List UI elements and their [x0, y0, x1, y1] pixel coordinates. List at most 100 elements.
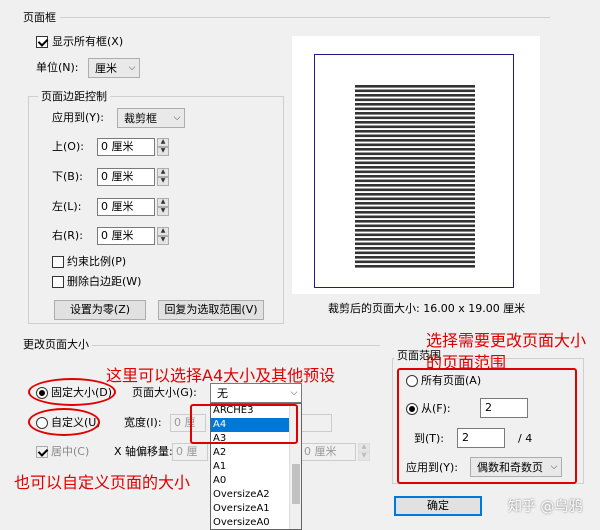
preview-text-line — [355, 107, 475, 111]
x-offset-stepper[interactable]: 0 厘 — [172, 443, 208, 461]
preview-text-line — [355, 224, 475, 228]
arrow-up-icon[interactable]: ▲ — [157, 168, 169, 177]
preview-text-line — [355, 247, 475, 250]
dropdown-scrollbar-thumb[interactable] — [292, 464, 300, 504]
x-offset-label: X 轴偏移量: — [114, 445, 173, 458]
arrow-up-icon[interactable]: ▲ — [157, 138, 169, 147]
preview-text-line — [355, 206, 475, 210]
change-size-top-line — [90, 345, 380, 346]
height-stepper[interactable] — [300, 414, 332, 432]
unit-label: 单位(N): — [36, 61, 79, 74]
preview-text-line — [355, 139, 475, 142]
x-offset-input[interactable]: 0 厘 — [172, 443, 208, 461]
custom-annotation: 也可以自定义页面的大小 — [14, 473, 191, 492]
margin-left-label: 左(L): — [52, 200, 82, 213]
preset-annotation: 这里可以选择A4大小及其他预设 — [106, 366, 336, 385]
watermark: 知乎 @乌鸦 — [508, 499, 583, 515]
preview-text-line — [355, 152, 475, 156]
margin-apply-to-value: 裁剪框 — [124, 112, 157, 125]
page-size-option[interactable]: OversizeA0 — [211, 516, 301, 529]
chevron-down-icon: ⌵ — [173, 113, 181, 123]
preview-text-line — [355, 211, 475, 214]
preview-text-line — [355, 116, 475, 120]
page-size-option[interactable]: A1 — [211, 460, 301, 474]
preview-text-line — [355, 166, 475, 169]
preview-text-line — [355, 175, 475, 178]
center-label: 居中(C) — [51, 445, 90, 458]
margin-bottom-spin-buttons[interactable]: ▲ ▼ — [157, 168, 169, 186]
margin-top-input[interactable]: 0 厘米 — [97, 138, 155, 156]
arrow-down-icon[interactable]: ▼ — [358, 452, 370, 461]
chevron-down-icon: ⌵ — [128, 63, 136, 73]
ok-button[interactable]: 确定 — [394, 496, 482, 516]
size-options-highlight-box — [190, 404, 298, 444]
preview-page — [314, 54, 514, 288]
page-size-option[interactable]: A0 — [211, 474, 301, 488]
set-to-zero-button[interactable]: 设置为零(Z) — [54, 300, 146, 320]
margin-left-stepper[interactable]: 0 厘米 ▲ ▼ — [97, 198, 169, 216]
page-frame-top-line — [60, 17, 550, 18]
preview-page-text-block — [355, 85, 475, 268]
cropped-size-caption: 裁剪后的页面大小: 16.00 x 19.00 厘米 — [328, 302, 526, 315]
margin-top-label: 上(O): — [52, 140, 84, 153]
preview-text-line — [355, 251, 475, 255]
margin-left-input[interactable]: 0 厘米 — [97, 198, 155, 216]
center-checkbox[interactable] — [36, 446, 48, 458]
preview-text-line — [355, 148, 475, 151]
preview-text-line — [355, 112, 475, 115]
constrain-proportions-checkbox[interactable] — [52, 256, 64, 268]
preview-text-line — [355, 89, 475, 93]
revert-to-selection-button[interactable]: 回复为选取范围(V) — [158, 300, 264, 320]
custom-size-highlight-oval — [28, 408, 100, 436]
y-offset-spin-buttons[interactable]: ▲ ▼ — [358, 443, 370, 461]
preview-text-line — [355, 134, 475, 138]
preview-text-line — [355, 215, 475, 219]
preview-text-line — [355, 121, 475, 124]
arrow-down-icon[interactable]: ▼ — [157, 177, 169, 186]
unit-value: 厘米 — [95, 62, 117, 75]
fixed-size-highlight-oval — [28, 378, 116, 406]
arrow-up-icon[interactable]: ▲ — [157, 227, 169, 236]
remove-white-margins-label: 删除白边距(W) — [67, 275, 142, 288]
margin-right-stepper[interactable]: 0 厘米 ▲ ▼ — [97, 227, 169, 245]
preview-text-line — [355, 161, 475, 165]
preview-text-line — [355, 256, 475, 259]
show-all-boxes-checkbox[interactable] — [36, 36, 48, 48]
preview-text-line — [355, 98, 475, 102]
preview-text-line — [355, 157, 475, 160]
height-input[interactable] — [300, 414, 332, 432]
page-size-option[interactable]: A2 — [211, 446, 301, 460]
preview-text-line — [355, 238, 475, 241]
arrow-up-icon[interactable]: ▲ — [358, 443, 370, 452]
y-offset-stepper[interactable]: 0 厘米 ▲ ▼ — [300, 443, 370, 461]
page-size-option[interactable]: OversizeA1 — [211, 502, 301, 516]
margin-apply-to-label: 应用到(Y): — [52, 111, 105, 124]
change-size-title: 更改页面大小 — [20, 336, 92, 352]
margin-top-stepper[interactable]: 0 厘米 ▲ ▼ — [97, 138, 169, 156]
margin-bottom-input[interactable]: 0 厘米 — [97, 168, 155, 186]
page-size-select[interactable]: 无 ⌵ — [210, 383, 302, 403]
margin-right-input[interactable]: 0 厘米 — [97, 227, 155, 245]
margin-apply-to-select[interactable]: 裁剪框 ⌵ — [117, 108, 185, 128]
show-all-boxes-label: 显示所有框(X) — [52, 35, 124, 48]
unit-select[interactable]: 厘米 ⌵ — [88, 58, 140, 78]
margin-control-title: 页面边距控制 — [38, 88, 110, 104]
range-annotation-line1: 选择需要更改页面大小 — [426, 331, 587, 350]
preview-text-line — [355, 242, 475, 246]
preview-text-line — [355, 125, 475, 129]
margin-top-spin-buttons[interactable]: ▲ ▼ — [157, 138, 169, 156]
margin-right-spin-buttons[interactable]: ▲ ▼ — [157, 227, 169, 245]
remove-white-margins-checkbox[interactable] — [52, 276, 64, 288]
margin-bottom-stepper[interactable]: 0 厘米 ▲ ▼ — [97, 168, 169, 186]
preview-text-line — [355, 260, 475, 264]
arrow-down-icon[interactable]: ▼ — [157, 236, 169, 245]
margin-left-spin-buttons[interactable]: ▲ ▼ — [157, 198, 169, 216]
arrow-up-icon[interactable]: ▲ — [157, 198, 169, 207]
arrow-down-icon[interactable]: ▼ — [157, 207, 169, 216]
y-offset-input[interactable]: 0 厘米 — [300, 443, 356, 461]
preview-text-line — [355, 202, 475, 205]
page-size-option[interactable]: OversizeA2 — [211, 488, 301, 502]
preview-text-line — [355, 103, 475, 106]
arrow-down-icon[interactable]: ▼ — [157, 147, 169, 156]
page-frame-title: 页面框 — [20, 9, 59, 25]
